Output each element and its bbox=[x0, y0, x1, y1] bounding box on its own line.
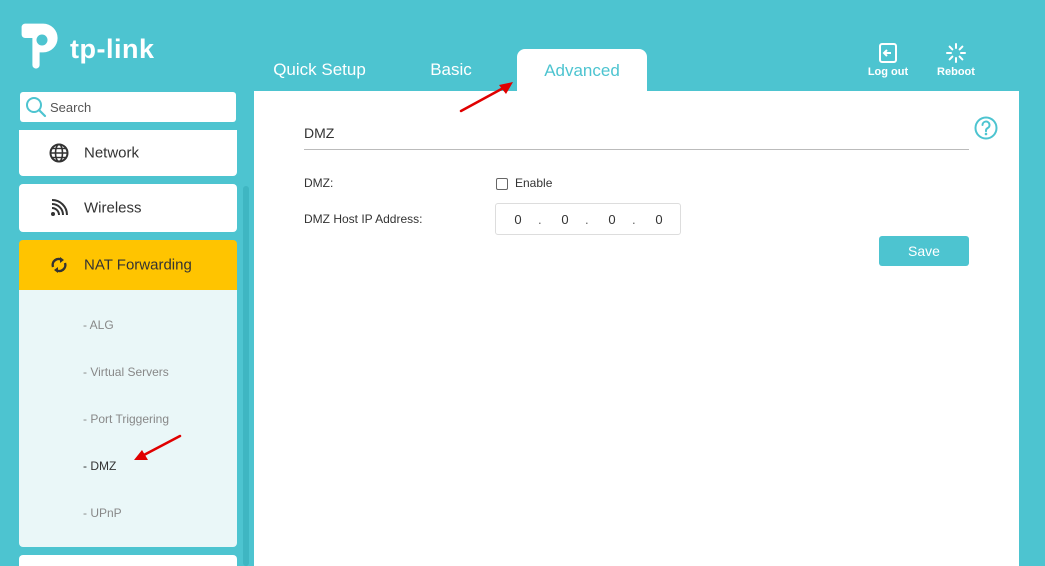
submenu-item-upnp[interactable]: - UPnP bbox=[83, 506, 122, 520]
annotation-arrow-icon bbox=[134, 434, 182, 460]
sidebar-item-network[interactable]: Network bbox=[19, 130, 237, 176]
enable-label[interactable]: Enable bbox=[515, 176, 552, 190]
search-input[interactable] bbox=[50, 95, 230, 119]
submenu-item-port-triggering[interactable]: - Port Triggering bbox=[83, 412, 169, 426]
section-title: DMZ bbox=[304, 125, 335, 141]
tab-advanced[interactable]: Advanced bbox=[517, 49, 647, 92]
tab-quick-setup[interactable]: Quick Setup bbox=[262, 48, 377, 91]
reboot-label: Reboot bbox=[937, 66, 975, 78]
main-panel: DMZ DMZ: Enable DMZ Host IP Address: 0 .… bbox=[254, 91, 1019, 566]
sidebar-item-wireless[interactable]: Wireless bbox=[19, 184, 237, 232]
reboot-button[interactable]: Reboot bbox=[926, 42, 986, 78]
submenu-item-virtual-servers[interactable]: - Virtual Servers bbox=[83, 365, 169, 379]
submenu-item-dmz[interactable]: - DMZ bbox=[83, 459, 116, 473]
reboot-icon bbox=[946, 43, 966, 63]
sidebar-item-next[interactable] bbox=[19, 555, 237, 566]
save-button[interactable]: Save bbox=[879, 236, 969, 266]
logout-button[interactable]: Log out bbox=[858, 42, 918, 78]
logout-icon bbox=[879, 43, 897, 63]
ip-octet-1[interactable]: 0 bbox=[511, 212, 525, 227]
ip-dot: . bbox=[585, 212, 589, 227]
sidebar-item-label: Network bbox=[84, 144, 140, 162]
tp-link-logo: tp-link bbox=[18, 20, 158, 76]
section-divider bbox=[304, 149, 969, 150]
nat-forwarding-icon bbox=[51, 257, 67, 273]
sidebar-item-nat-forwarding[interactable]: NAT Forwarding bbox=[19, 240, 237, 290]
sidebar-item-label: Wireless bbox=[84, 199, 142, 217]
ip-dot: . bbox=[632, 212, 636, 227]
brand-name: tp-link bbox=[70, 34, 155, 64]
ip-octet-4[interactable]: 0 bbox=[652, 212, 666, 227]
search-icon bbox=[26, 97, 47, 118]
ip-octet-2[interactable]: 0 bbox=[558, 212, 572, 227]
logout-label: Log out bbox=[867, 66, 909, 78]
sidebar-scrollbar[interactable] bbox=[243, 186, 249, 566]
dmz-label: DMZ: bbox=[304, 176, 334, 190]
wifi-icon bbox=[51, 199, 68, 216]
tp-link-logo-icon bbox=[21, 23, 58, 69]
annotation-arrow-icon bbox=[459, 82, 513, 113]
sidebar-item-label: NAT Forwarding bbox=[84, 256, 192, 274]
ip-octet-3[interactable]: 0 bbox=[605, 212, 619, 227]
search-box bbox=[20, 92, 236, 122]
host-ip-field[interactable]: 0 . 0 . 0 . 0 bbox=[495, 203, 681, 235]
submenu-item-alg[interactable]: - ALG bbox=[83, 318, 114, 332]
globe-icon bbox=[49, 143, 69, 163]
nat-forwarding-submenu: - ALG - Virtual Servers - Port Triggerin… bbox=[19, 290, 237, 547]
ip-dot: . bbox=[538, 212, 542, 227]
host-ip-label: DMZ Host IP Address: bbox=[304, 212, 423, 226]
help-icon[interactable] bbox=[974, 116, 998, 140]
enable-checkbox[interactable] bbox=[496, 178, 508, 190]
